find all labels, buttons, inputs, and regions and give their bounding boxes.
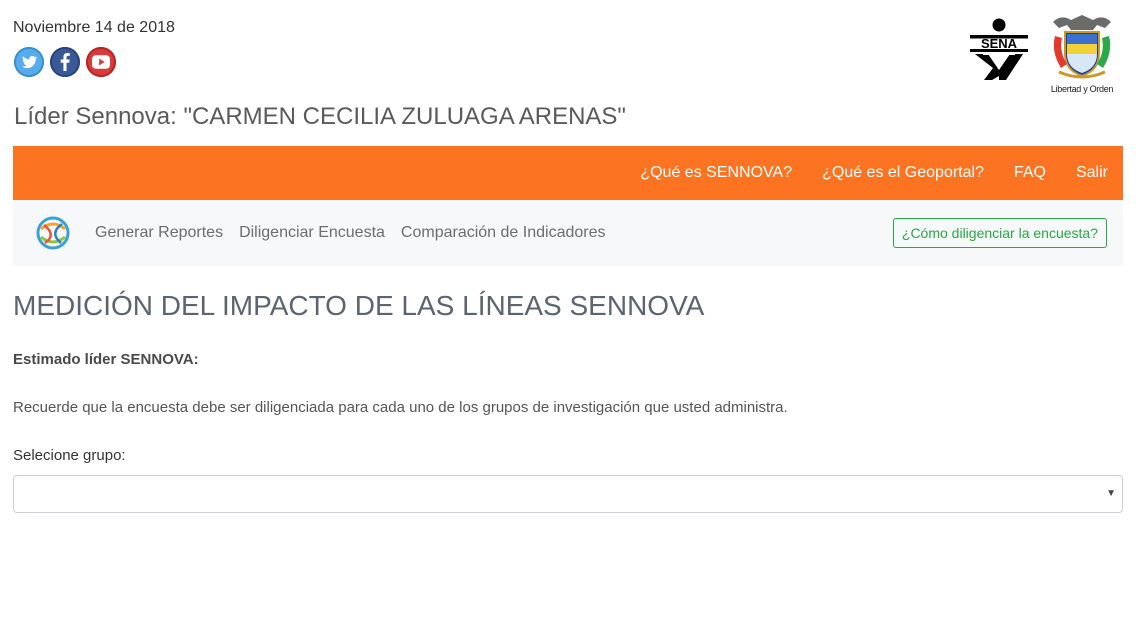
greeting-text: Estimado líder SENNOVA: xyxy=(13,351,199,368)
nav-comparacion-indicadores[interactable]: Comparación de Indicadores xyxy=(401,224,606,242)
nav-generar-reportes[interactable]: Generar Reportes xyxy=(95,224,223,242)
group-select[interactable]: ▼ xyxy=(13,475,1123,513)
instructions-text: Recuerde que la encuesta debe ser dilige… xyxy=(13,399,788,416)
facebook-icon[interactable] xyxy=(50,47,80,77)
nav-faq[interactable]: FAQ xyxy=(1014,164,1046,182)
nav-que-es-geoportal[interactable]: ¿Qué es el Geoportal? xyxy=(822,164,984,182)
secondary-navbar: Generar Reportes Diligenciar Encuesta Co… xyxy=(13,200,1123,266)
youtube-icon[interactable] xyxy=(86,47,116,77)
group-select-label: Selecione grupo: xyxy=(13,447,126,464)
sennova-brand-icon[interactable] xyxy=(35,215,71,251)
coat-caption: Libertad y Orden xyxy=(1050,84,1114,94)
sena-logo: SENA xyxy=(966,18,1032,80)
social-links xyxy=(14,47,116,77)
page-title: MEDICIÓN DEL IMPACTO DE LAS LÍNEAS SENNO… xyxy=(13,290,705,321)
how-to-fill-survey-button[interactable]: ¿Cómo diligenciar la encuesta? xyxy=(892,218,1107,248)
nav-diligenciar-encuesta[interactable]: Diligenciar Encuesta xyxy=(239,224,385,242)
top-navbar: ¿Qué es SENNOVA? ¿Qué es el Geoportal? F… xyxy=(13,146,1123,200)
colombia-coat-of-arms: Libertad y Orden xyxy=(1049,12,1115,94)
date-text: Noviembre 14 de 2018 xyxy=(13,19,175,36)
chevron-down-icon: ▼ xyxy=(1106,488,1116,499)
nav-salir[interactable]: Salir xyxy=(1076,164,1108,182)
sena-logo-text: SENA xyxy=(981,36,1018,51)
nav-que-es-sennova[interactable]: ¿Qué es SENNOVA? xyxy=(640,164,792,182)
leader-name: Líder Sennova: "CARMEN CECILIA ZULUAGA A… xyxy=(14,103,626,130)
twitter-icon[interactable] xyxy=(14,47,44,77)
